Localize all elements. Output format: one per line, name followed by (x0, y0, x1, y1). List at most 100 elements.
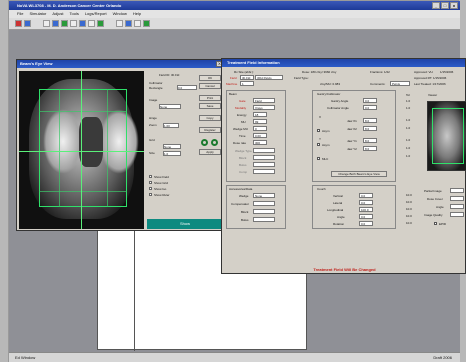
comp-input[interactable] (253, 169, 275, 174)
wedge-mu-input[interactable]: 0 (253, 126, 267, 131)
show-bar[interactable]: Show (147, 219, 223, 229)
menu-adjust[interactable]: Adjust (52, 10, 63, 18)
time-input[interactable]: 0.00 (253, 133, 267, 138)
angle-input[interactable] (450, 204, 464, 209)
register-button[interactable]: Register (199, 127, 221, 133)
grid-select[interactable]: None (163, 144, 181, 149)
jaw-x2-label: Jaw X2 (347, 127, 357, 131)
epid-check[interactable] (434, 222, 437, 225)
modality-select[interactable]: Xrays (253, 105, 275, 110)
menu-file[interactable]: File (17, 10, 23, 18)
lateral-label: Lateral (333, 201, 343, 205)
image-quality-input[interactable] (450, 212, 464, 217)
print-icon[interactable] (88, 20, 95, 27)
minimize-button[interactable]: _ (432, 2, 440, 9)
field-thumbnail[interactable] (427, 101, 466, 171)
close-button[interactable]: x (450, 2, 458, 9)
grid-size-label: Size (149, 151, 155, 155)
jaw-y2-input[interactable]: 8.0 (363, 146, 377, 151)
apply-button[interactable]: Apply (199, 149, 221, 155)
block-input[interactable] (253, 155, 275, 160)
partial-image-input[interactable] (450, 188, 464, 193)
accessory-icon[interactable] (143, 20, 150, 27)
save-button[interactable]: Save (199, 103, 221, 109)
thumbnail-field-outline (432, 108, 464, 164)
bev-image[interactable] (19, 71, 144, 229)
acc-wedge-select[interactable]: None (253, 193, 275, 198)
acc-block-input[interactable] (253, 209, 275, 214)
mu-input[interactable]: 99 (253, 119, 267, 124)
print-button[interactable]: Print (199, 95, 221, 101)
jaw-y1-input[interactable]: 8.0 (363, 138, 377, 143)
mlc-check[interactable] (317, 157, 320, 160)
mu-label: MU (241, 120, 246, 124)
rotation-input[interactable]: 0.0 (359, 221, 373, 226)
show-grid-check[interactable] (149, 181, 152, 184)
gantry-angle-input[interactable]: 0.0 (363, 98, 377, 103)
grid-size-input[interactable]: 1.0 (163, 151, 181, 156)
lateral-input[interactable]: 0.0 (359, 200, 373, 205)
compensator-input[interactable] (253, 201, 275, 206)
jaw-x2-input[interactable]: 8.0 (363, 126, 377, 131)
wedge-type-input[interactable] (253, 148, 275, 153)
bolus-input[interactable] (253, 162, 275, 167)
menu-window[interactable]: Window (113, 10, 127, 18)
longitudinal-input[interactable]: 100.0 (359, 207, 373, 212)
maximize-button[interactable]: □ (441, 2, 449, 9)
copy-button[interactable]: Copy (199, 115, 221, 121)
image-select[interactable]: None (159, 104, 181, 109)
show-grid-label: Show Grid (154, 181, 169, 185)
change-bev-button[interactable]: Change Both Beam's Eye View (331, 171, 387, 177)
zoom-input[interactable]: 1.00 (163, 123, 179, 128)
approved-rt-label: Approved RT: 1/15/2006 (414, 76, 447, 80)
acc-bolus-input[interactable] (253, 217, 275, 222)
field-name-input[interactable]: 3Fld Pelvis (255, 75, 283, 80)
vertical-input[interactable]: 0.0 (359, 193, 373, 198)
mlc-label: MLC (322, 157, 329, 161)
patient-icon[interactable] (52, 20, 59, 27)
field-line (59, 89, 60, 207)
stop-icon[interactable] (15, 20, 22, 27)
gantry-group-label: Gantry/Collimator (317, 92, 341, 96)
dose-rate-label: Dose rate (233, 141, 247, 145)
comments-input[interactable]: Pelvis (390, 81, 410, 86)
cancel-button[interactable]: Cancel (199, 83, 221, 89)
show-ruler-check[interactable] (149, 193, 152, 196)
menu-tools[interactable]: Tools (69, 10, 78, 18)
rectangle-input[interactable]: 0.0 (177, 85, 197, 90)
dose-rate-input[interactable]: 300 (253, 140, 267, 145)
collimator-angle-input[interactable]: 0.0 (363, 105, 377, 110)
gantry-icon[interactable] (134, 20, 141, 27)
status-left: Ed Window (15, 355, 36, 360)
dose-cover-input[interactable] (450, 196, 464, 201)
open-icon[interactable] (24, 20, 31, 27)
show-field-check[interactable] (149, 175, 152, 178)
machine-input[interactable]: 1 (240, 81, 254, 86)
menu-logs-report[interactable]: Logs/Report (85, 10, 107, 18)
couch-angle-input[interactable]: 0.0 (359, 214, 373, 219)
zoom-in-icon[interactable] (201, 139, 208, 146)
energy-input[interactable]: 18 (253, 112, 267, 117)
menu-simulator[interactable]: Simulator (29, 10, 46, 18)
report-icon[interactable] (79, 20, 86, 27)
asym-x-check[interactable] (317, 129, 320, 132)
ok-button[interactable]: OK (199, 75, 221, 81)
asym-y-check[interactable] (317, 143, 320, 146)
couch-icon[interactable] (125, 20, 132, 27)
menu-help[interactable]: Help (133, 10, 141, 18)
bev-icon[interactable] (116, 20, 123, 27)
show-ruler-label: Show Ruler (154, 193, 170, 197)
save-icon[interactable] (43, 20, 50, 27)
chart-icon[interactable] (97, 20, 104, 27)
field-id-input[interactable]: 3b Fld (240, 75, 254, 80)
acc-block-label: Block (241, 210, 249, 214)
gate-select[interactable]: Field (253, 98, 275, 103)
approved-label: Approved: VH (414, 70, 433, 74)
jaw-x1-input[interactable]: 8.0 (363, 118, 377, 123)
partial-image-label: Partial Image (424, 189, 442, 193)
field-icon[interactable] (61, 20, 68, 27)
dose-label: Dose: 180 cGy/ 3960 cGy (302, 70, 337, 74)
image-icon[interactable] (70, 20, 77, 27)
show-iso-check[interactable] (149, 187, 152, 190)
zoom-out-icon[interactable] (211, 139, 218, 146)
